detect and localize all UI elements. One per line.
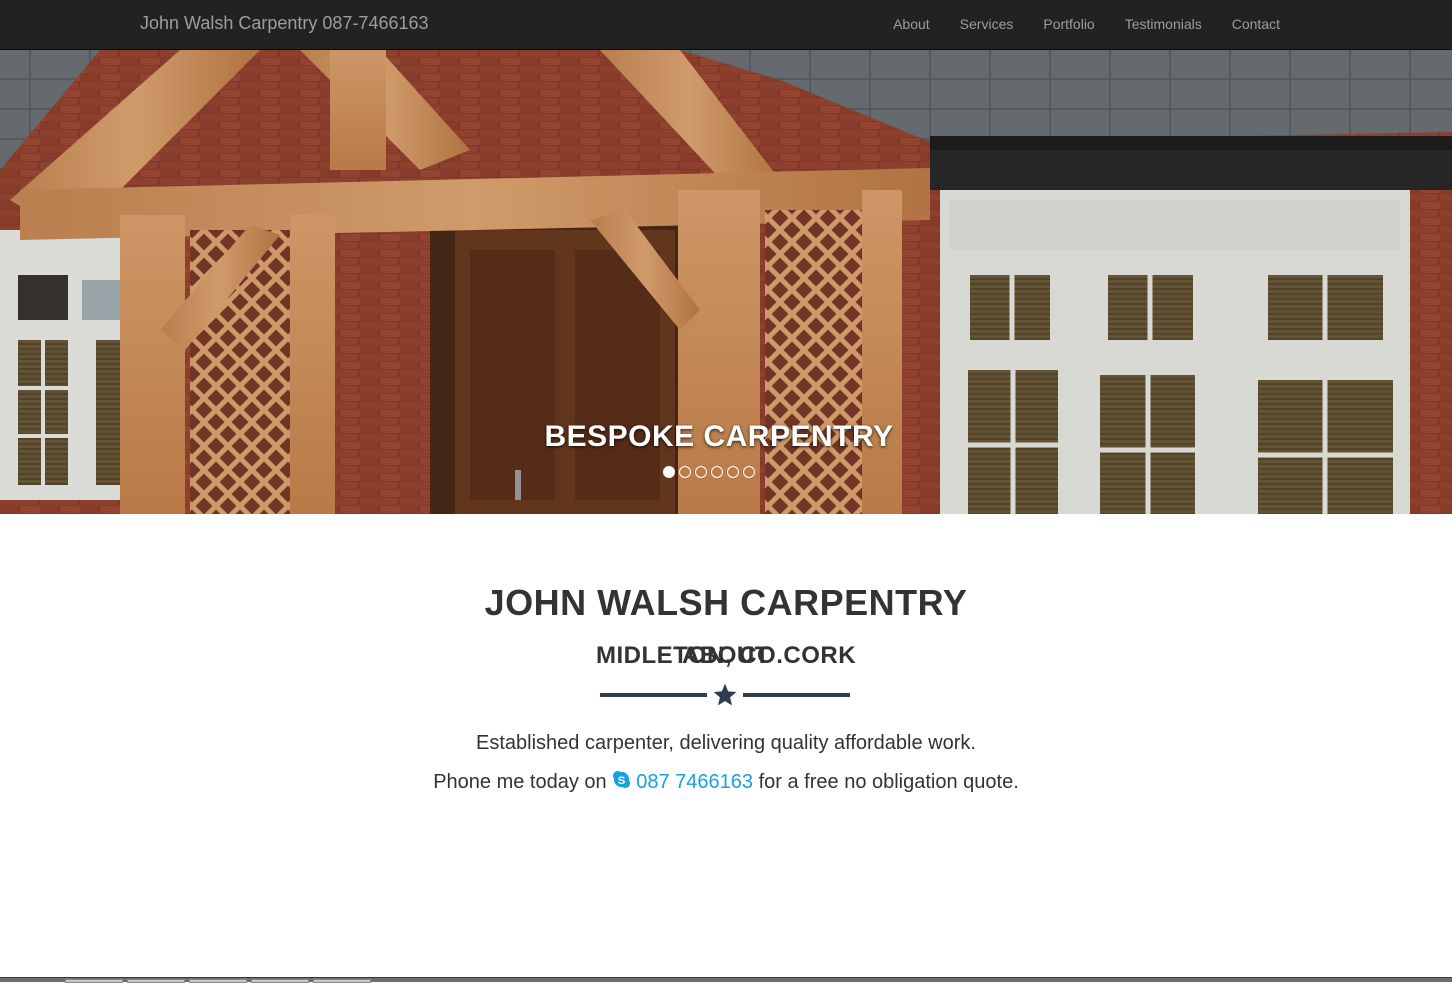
- taskbar-button-2[interactable]: [127, 979, 185, 983]
- carousel-dot-2[interactable]: [679, 466, 691, 478]
- star-icon: [713, 683, 737, 706]
- about-heading: ABOUT: [682, 642, 770, 669]
- brand-link[interactable]: John Walsh Carpentry 087-7466163: [140, 13, 429, 34]
- divider-line-right: [743, 693, 850, 697]
- nav-menu: About Services Portfolio Testimonials Co…: [863, 0, 1280, 50]
- carousel-indicators: [663, 466, 759, 478]
- nav-item-portfolio: Portfolio: [1043, 16, 1094, 34]
- taskbar-button-1[interactable]: [65, 979, 123, 983]
- taskbar-button-5[interactable]: [313, 979, 371, 983]
- top-navbar: John Walsh Carpentry 087-7466163 About S…: [0, 0, 1452, 50]
- phone-number: 087 7466163: [636, 771, 754, 793]
- star-divider: [600, 682, 850, 708]
- carousel-dot-6[interactable]: [743, 466, 755, 478]
- phone-prefix-text: Phone me today on: [433, 771, 607, 793]
- nav-link-contact[interactable]: Contact: [1232, 16, 1280, 32]
- svg-text:S: S: [618, 775, 626, 787]
- os-taskbar-edge: [0, 977, 1452, 983]
- nav-link-portfolio[interactable]: Portfolio: [1043, 16, 1094, 32]
- carousel-caption: BESPOKE CARPENTRY: [544, 420, 894, 453]
- nav-item-contact: Contact: [1232, 16, 1280, 34]
- nav-item-testimonials: Testimonials: [1125, 16, 1202, 34]
- intro-phone-line: Phone me today on S 087 7466163 for a fr…: [0, 770, 1452, 794]
- nav-link-about[interactable]: About: [893, 16, 930, 32]
- carousel-dot-1[interactable]: [663, 466, 675, 478]
- divider-line-left: [600, 693, 707, 697]
- skype-icon: S: [613, 770, 631, 789]
- carousel-dot-5[interactable]: [727, 466, 739, 478]
- taskbar-button-3[interactable]: [189, 979, 247, 983]
- nav-link-services[interactable]: Services: [960, 16, 1014, 32]
- hero-carousel[interactable]: BESPOKE CARPENTRY: [0, 50, 1452, 514]
- nav-item-services: Services: [960, 16, 1014, 34]
- nav-item-about: About: [893, 16, 930, 34]
- phone-suffix-text: for a free no obligation quote.: [758, 771, 1019, 793]
- nav-link-testimonials[interactable]: Testimonials: [1125, 16, 1202, 32]
- phone-link[interactable]: S 087 7466163: [612, 770, 754, 793]
- page-title: JOHN WALSH CARPENTRY: [484, 582, 968, 623]
- taskbar-button-4[interactable]: [251, 979, 309, 983]
- carousel-dot-4[interactable]: [711, 466, 723, 478]
- carousel-dot-3[interactable]: [695, 466, 707, 478]
- intro-tagline: Established carpenter, delivering qualit…: [476, 732, 976, 754]
